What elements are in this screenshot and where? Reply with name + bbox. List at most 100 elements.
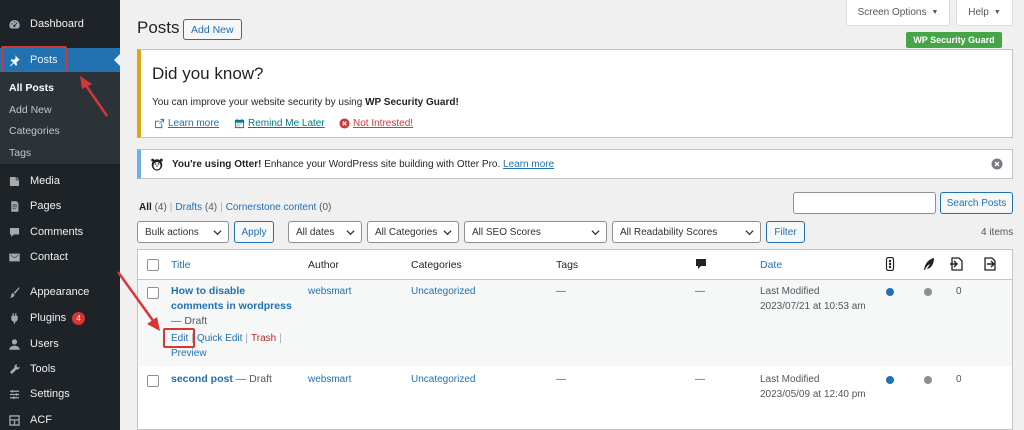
help-label: Help (968, 7, 989, 18)
submenu-add-new[interactable]: Add New (9, 104, 52, 116)
sidebar-item-plugins[interactable]: Plugins 4 (0, 306, 120, 330)
screen-options-label: Screen Options (857, 7, 927, 18)
comment-bubble-icon[interactable] (695, 258, 707, 270)
otter-notice: You're using Otter! Enhance your WordPre… (137, 149, 1013, 179)
wrench-icon (6, 361, 22, 377)
sidebar-item-dashboard[interactable]: Dashboard (0, 12, 120, 36)
admin-sidebar: Dashboard Posts All Posts Add New Catego… (0, 0, 120, 430)
sidebar-item-acf[interactable]: ACF (0, 408, 120, 430)
chevron-down-icon (745, 230, 754, 236)
chevron-down-icon (591, 230, 600, 236)
screen-options-button[interactable]: Screen Options ▼ (846, 0, 950, 26)
submenu-categories[interactable]: Categories (9, 125, 60, 137)
readability-score-dot (924, 376, 932, 384)
comments-icon (6, 224, 22, 240)
calendar-icon (234, 118, 245, 129)
subsubsub-views: All (4) | Drafts (4) | Cornerstone content (… (139, 202, 332, 213)
acf-icon (6, 412, 22, 428)
edit-highlight-box (163, 328, 195, 348)
notice-title: Did you know? (152, 64, 264, 83)
post-title-link[interactable]: second post — Draft (171, 372, 272, 387)
otter-learn-more-link[interactable]: Learn more (503, 159, 554, 170)
preview-link[interactable]: Preview (171, 348, 207, 359)
search-input[interactable] (793, 192, 936, 214)
posts-highlight-box (1, 46, 67, 73)
dashboard-icon (6, 16, 22, 32)
column-categories-header: Categories (411, 259, 462, 271)
sidebar-item-label: Comments (30, 226, 84, 238)
quick-edit-link[interactable]: Quick Edit (197, 333, 243, 344)
view-cornerstone-link[interactable]: Cornerstone content (226, 202, 317, 213)
dates-filter-value: All dates (296, 226, 335, 238)
author-link[interactable]: websmart (308, 286, 351, 297)
view-cornerstone-count: (0) (319, 202, 332, 213)
apply-button[interactable]: Apply (234, 221, 274, 243)
sidebar-item-users[interactable]: Users (0, 332, 120, 356)
readability-filter-select[interactable]: All Readability Scores (612, 221, 761, 243)
posts-table: Title Author Categories Tags Date How to… (137, 249, 1013, 430)
sidebar-item-label: Users (30, 338, 59, 350)
help-button[interactable]: Help ▼ (956, 0, 1013, 26)
row-checkbox[interactable] (147, 375, 159, 387)
select-all-checkbox[interactable] (147, 259, 159, 271)
sidebar-item-tools[interactable]: Tools (0, 357, 120, 381)
post-title-link[interactable]: How to disable comments in wordpress — D… (171, 284, 292, 329)
view-drafts-link[interactable]: Drafts (175, 202, 202, 213)
author-link[interactable]: websmart (308, 374, 351, 385)
learn-more-link[interactable]: Learn more (154, 118, 219, 129)
view-all-label[interactable]: All (139, 202, 152, 213)
posts-submenu: All Posts Add New Categories Tags (0, 72, 120, 164)
incoming-links-icon[interactable] (982, 257, 996, 271)
items-count: 4 items (981, 227, 1014, 238)
filter-button[interactable]: Filter (766, 221, 805, 243)
mail-icon (6, 249, 22, 265)
submenu-all-posts[interactable]: All Posts (9, 82, 54, 94)
categories-filter-select[interactable]: All Categories (367, 221, 459, 243)
seo-scores-filter-select[interactable]: All SEO Scores (464, 221, 607, 243)
wp-security-guard-badge[interactable]: WP Security Guard (906, 32, 1002, 48)
learn-more-label: Learn more (168, 118, 220, 129)
trash-link[interactable]: Trash (251, 333, 276, 344)
links-count: 0 (956, 374, 962, 385)
post-state: — Draft (171, 315, 208, 327)
remind-later-label: Remind Me Later (248, 118, 325, 129)
seo-scores-filter-value: All SEO Scores (472, 226, 541, 238)
sidebar-item-label: Dashboard (30, 18, 84, 30)
category-link[interactable]: Uncategorized (411, 374, 475, 385)
sidebar-item-contact[interactable]: Contact (0, 245, 120, 269)
view-drafts-count: (4) (204, 202, 218, 213)
search-posts-button[interactable]: Search Posts (940, 192, 1013, 214)
sidebar-item-media[interactable]: Media (0, 169, 120, 193)
readability-score-icon[interactable] (922, 257, 936, 271)
column-date-header[interactable]: Date (760, 259, 782, 271)
not-interested-link[interactable]: Not Intrested! (339, 118, 413, 129)
add-new-button[interactable]: Add New (183, 19, 242, 40)
otter-icon (151, 158, 163, 171)
dismiss-icon[interactable] (991, 158, 1003, 170)
chevron-down-icon (443, 230, 452, 236)
plugins-update-badge: 4 (72, 311, 86, 325)
row-checkbox[interactable] (147, 287, 159, 299)
sidebar-item-label: Pages (30, 200, 62, 212)
column-tags-header: Tags (556, 259, 579, 271)
outgoing-links-icon[interactable] (949, 257, 963, 271)
brush-icon (6, 284, 22, 300)
bulk-actions-select[interactable]: Bulk actions (137, 221, 229, 243)
links-count: 0 (956, 286, 962, 297)
sidebar-item-settings[interactable]: Settings (0, 382, 120, 406)
category-link[interactable]: Uncategorized (411, 286, 475, 297)
remind-later-link[interactable]: Remind Me Later (234, 118, 325, 129)
dates-filter-select[interactable]: All dates (288, 221, 362, 243)
column-title-header[interactable]: Title (171, 259, 190, 271)
sidebar-item-comments[interactable]: Comments (0, 220, 120, 244)
sidebar-item-pages[interactable]: Pages (0, 194, 120, 218)
sidebar-item-appearance[interactable]: Appearance (0, 280, 120, 304)
table-row: How to disable comments in wordpress — D… (138, 280, 1012, 366)
current-menu-arrow (114, 54, 120, 66)
date-status: Last Modified (760, 286, 820, 297)
media-icon (6, 173, 22, 189)
seo-score-icon[interactable] (883, 257, 897, 271)
comments-cell: — (695, 286, 705, 297)
readability-score-dot (924, 288, 932, 296)
submenu-tags[interactable]: Tags (9, 147, 31, 159)
